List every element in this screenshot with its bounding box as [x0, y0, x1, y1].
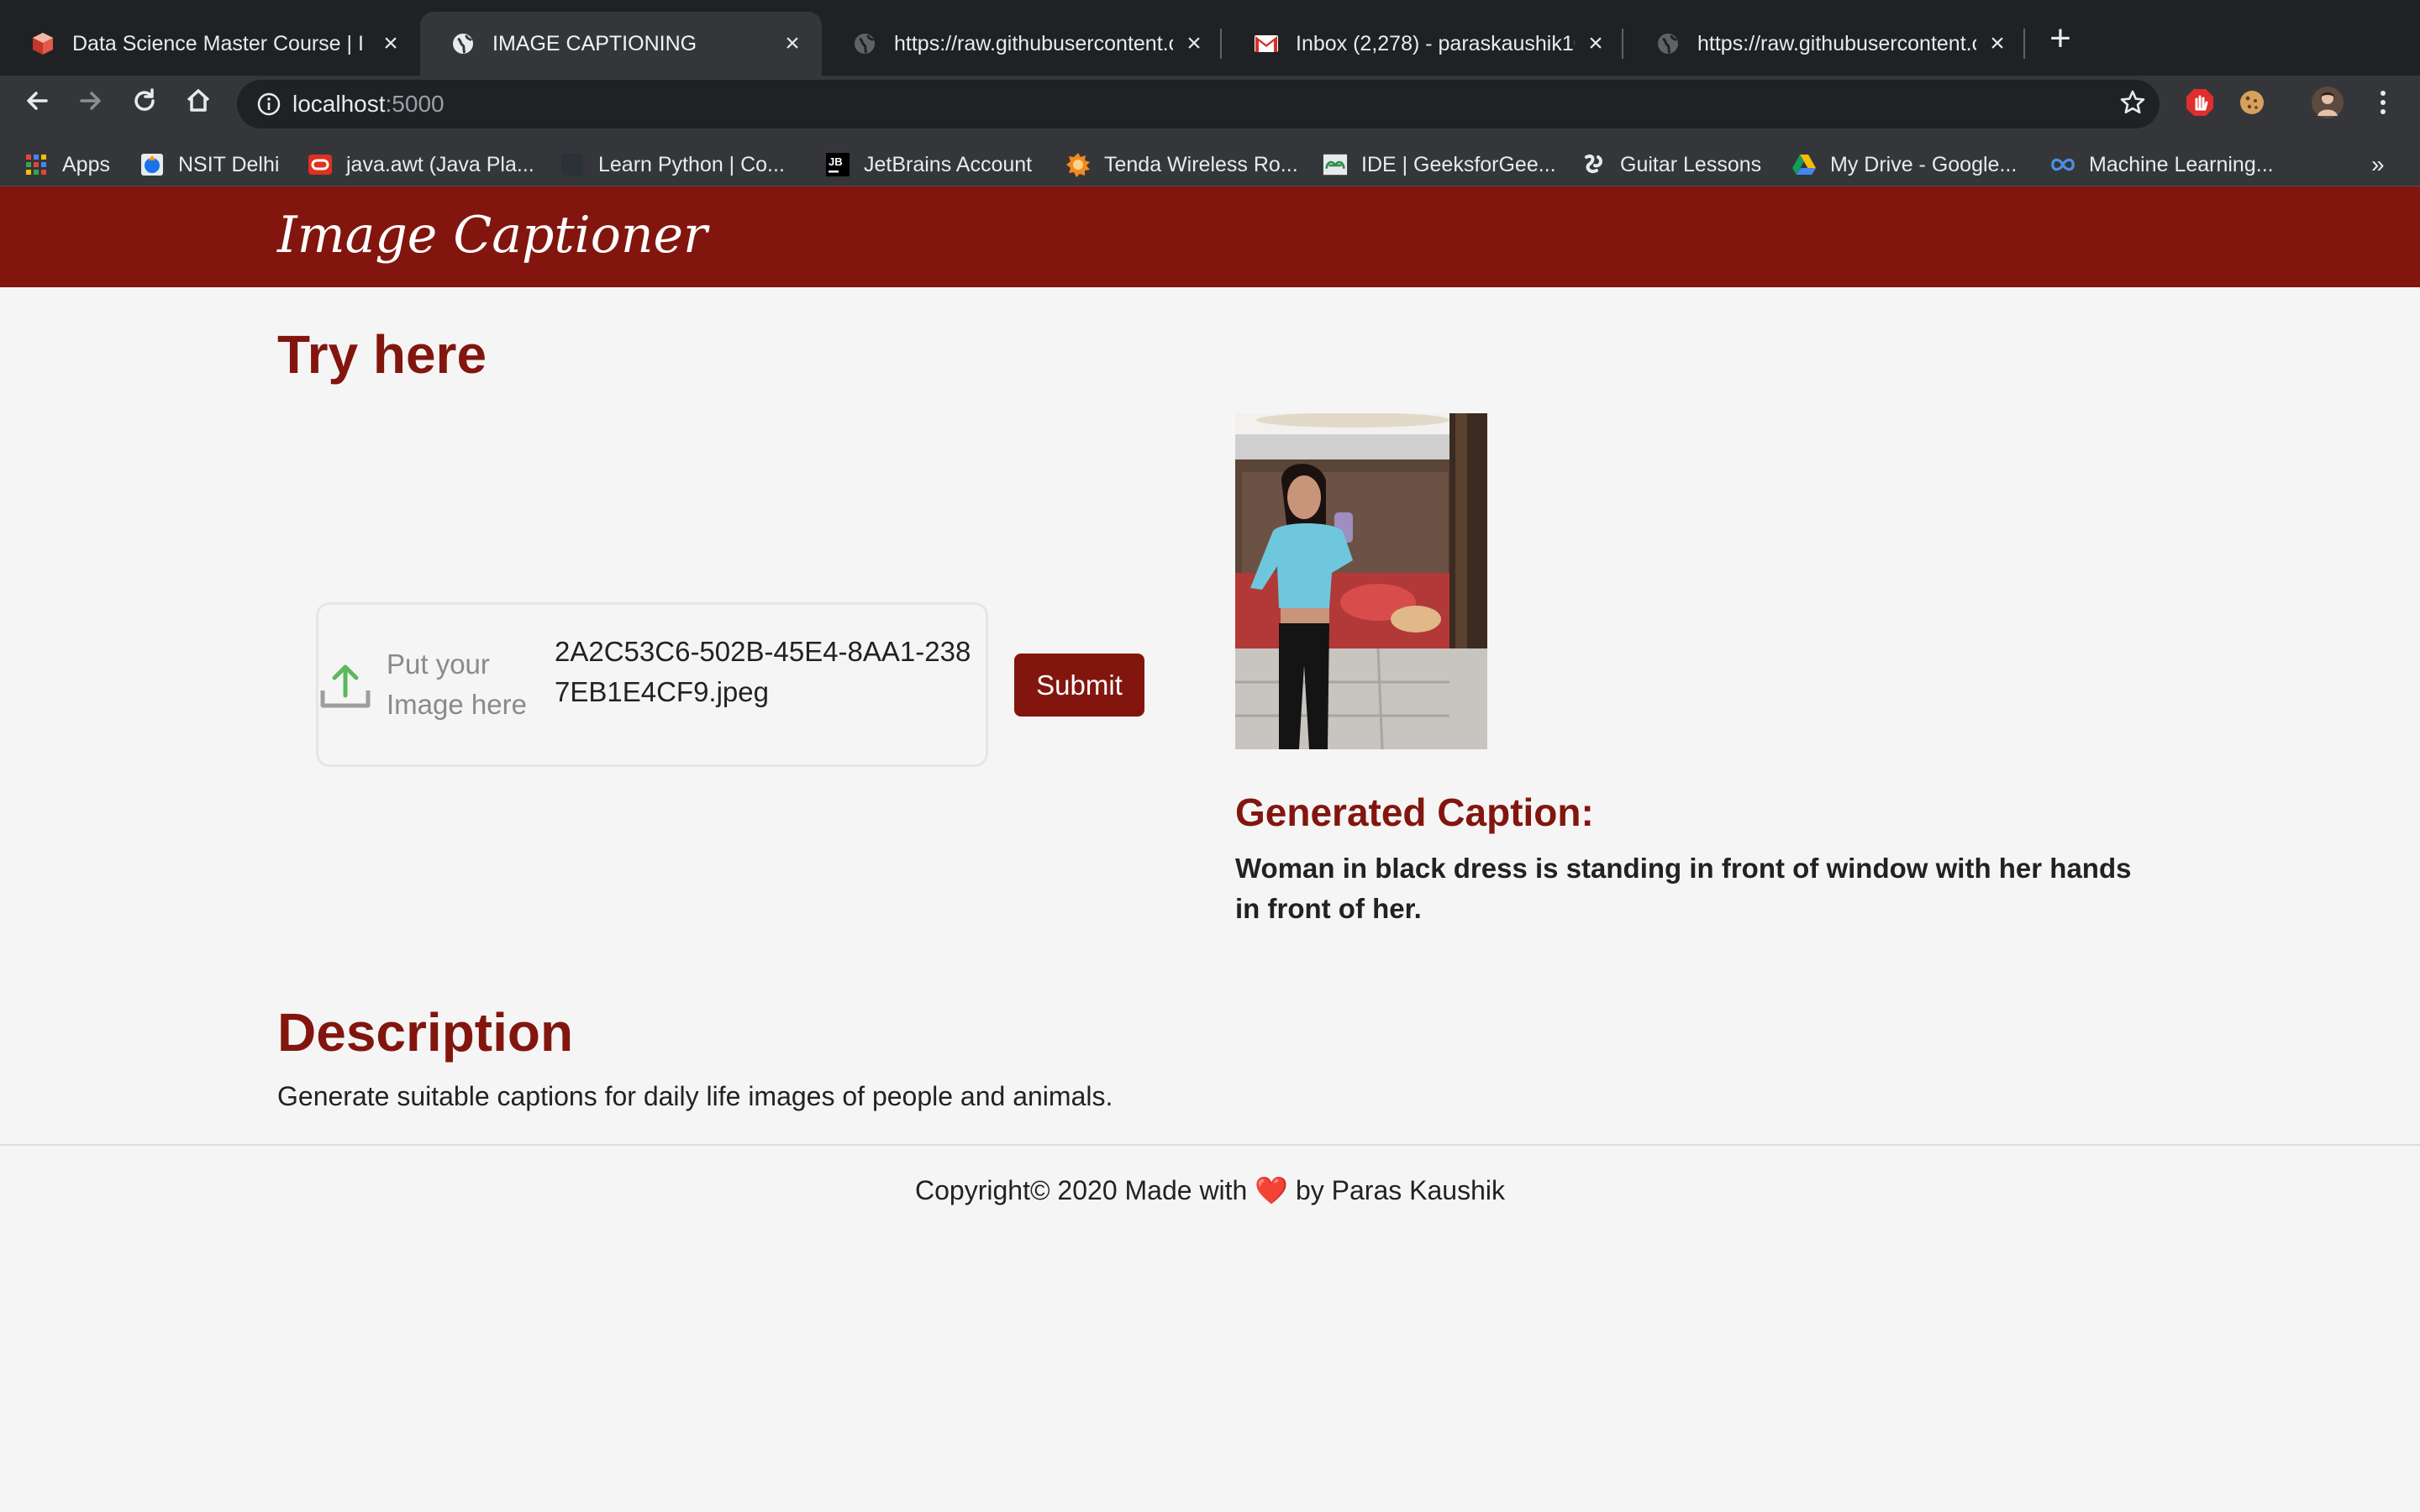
bookmark-learn-python[interactable]: Learn Python | Co...	[560, 143, 785, 186]
selected-file-name: 2A2C53C6-502B-45E4-8AA1-2387EB1E4CF9.jpe…	[555, 636, 971, 707]
bookmark-google-drive[interactable]: My Drive - Google...	[1791, 143, 2017, 186]
home-button[interactable]	[173, 76, 224, 126]
bookmark-apps[interactable]: Apps	[24, 143, 110, 186]
profile-avatar[interactable]	[2309, 84, 2346, 121]
footer-copyright: Copyright© 2020 Made with	[915, 1175, 1248, 1205]
bookmark-label: My Drive - Google...	[1830, 152, 2018, 176]
reload-button[interactable]	[119, 76, 170, 126]
description-heading: Description	[277, 1002, 574, 1063]
close-icon[interactable]: ×	[378, 29, 403, 57]
forward-button[interactable]	[66, 76, 116, 126]
oracle-icon	[308, 152, 333, 177]
tab-title: https://raw.githubusercontent.c	[1697, 31, 1976, 55]
try-here-heading: Try here	[277, 324, 487, 385]
uploaded-image-preview	[1235, 413, 1487, 749]
tab-title: Inbox (2,278) - paraskaushik10	[1296, 31, 1575, 55]
generated-caption-text: Woman in black dress is standing in fron…	[1235, 853, 2132, 924]
footer: Copyright© 2020 Made with ❤️ by Paras Ka…	[0, 1174, 2420, 1206]
adblock-extension-icon[interactable]	[2181, 84, 2218, 121]
url-host: localhost	[292, 91, 386, 117]
bookmark-jetbrains[interactable]: JB JetBrains Account	[825, 143, 1032, 186]
tab-gmail-inbox[interactable]: Inbox (2,278) - paraskaushik10 ×	[1223, 12, 1625, 76]
bookmark-geeksforgeeks[interactable]: IDE | GeeksforGee...	[1323, 143, 1556, 186]
tab-divider	[1220, 29, 1222, 59]
bookmark-java-awt[interactable]: java.awt (Java Pla...	[308, 143, 534, 186]
tenda-icon	[1065, 152, 1091, 177]
close-icon[interactable]: ×	[1583, 29, 1608, 57]
globe-icon	[450, 31, 476, 56]
cookie-extension-icon[interactable]	[2233, 84, 2270, 121]
bookmark-nsit-delhi[interactable]: NSIT Delhi	[139, 143, 279, 186]
globe-icon	[852, 31, 877, 56]
upload-label[interactable]: Put your Image here	[387, 644, 538, 725]
gmail-icon	[1254, 31, 1279, 56]
nsit-logo-icon	[139, 152, 165, 177]
bookmark-label: Apps	[62, 152, 110, 176]
tab-divider	[2023, 29, 2025, 59]
bookmark-label: java.awt (Java Pla...	[346, 152, 534, 176]
jetbrains-icon: JB	[825, 152, 850, 177]
bookmarks-overflow-button[interactable]: »	[2371, 143, 2385, 186]
bookmark-label: IDE | GeeksforGee...	[1361, 152, 1556, 176]
svg-text:JB: JB	[829, 155, 843, 168]
bookmark-machine-learning[interactable]: Machine Learning...	[2050, 143, 2274, 186]
tab-data-science[interactable]: Data Science Master Course | I ×	[0, 12, 420, 76]
tab-github-raw-1[interactable]: https://raw.githubusercontent.c ×	[822, 12, 1223, 76]
footer-divider	[0, 1144, 2420, 1146]
address-bar[interactable]	[237, 80, 2160, 129]
tab-image-captioning[interactable]: IMAGE CAPTIONING ×	[420, 12, 822, 76]
tab-title: https://raw.githubusercontent.c	[894, 31, 1173, 55]
brand-logo-text[interactable]: Image Captioner	[277, 195, 708, 276]
info-icon[interactable]	[252, 87, 286, 121]
bookmark-label: JetBrains Account	[864, 152, 1033, 176]
new-tab-button[interactable]: +	[2044, 20, 2077, 57]
tab-title: Data Science Master Course | I	[72, 31, 364, 55]
guitar-icon	[1581, 152, 1607, 177]
cube-favicon-icon	[30, 31, 55, 56]
bookmark-label: NSIT Delhi	[178, 152, 280, 176]
coursera-icon	[2050, 152, 2075, 177]
tab-divider	[1622, 29, 1623, 59]
footer-author: by Paras Kaushik	[1295, 1175, 1505, 1205]
bookmark-star-icon[interactable]	[2116, 86, 2149, 119]
upload-icon[interactable]	[316, 654, 375, 712]
bookmark-label: Guitar Lessons	[1620, 152, 1762, 176]
bookmark-guitar-lessons[interactable]: Guitar Lessons	[1581, 143, 1761, 186]
chrome-menu-icon[interactable]	[2365, 84, 2402, 121]
apps-grid-icon	[24, 152, 49, 177]
heart-icon: ❤️	[1255, 1175, 1289, 1205]
bookmark-label: Learn Python | Co...	[598, 152, 785, 176]
close-icon[interactable]: ×	[1985, 29, 2010, 57]
close-icon[interactable]: ×	[780, 29, 805, 57]
globe-icon	[1655, 31, 1681, 56]
url-port: :5000	[385, 91, 445, 117]
python-icon	[560, 152, 585, 177]
tab-title: IMAGE CAPTIONING	[492, 31, 697, 55]
tab-github-raw-2[interactable]: https://raw.githubusercontent.c ×	[1625, 12, 2027, 76]
address-text[interactable]: localhost:5000	[292, 87, 445, 121]
drive-icon	[1791, 152, 1817, 177]
gfg-icon	[1323, 152, 1348, 177]
close-icon[interactable]: ×	[1181, 29, 1207, 57]
description-text: Generate suitable captions for daily lif…	[277, 1081, 1113, 1111]
bookmark-tenda[interactable]: Tenda Wireless Ro...	[1065, 143, 1298, 186]
bookmark-label: Tenda Wireless Ro...	[1104, 152, 1298, 176]
submit-button[interactable]: Submit	[1014, 654, 1144, 717]
back-button[interactable]	[12, 76, 62, 126]
generated-caption-heading: Generated Caption:	[1235, 790, 1594, 834]
bookmark-label: Machine Learning...	[2089, 152, 2274, 176]
